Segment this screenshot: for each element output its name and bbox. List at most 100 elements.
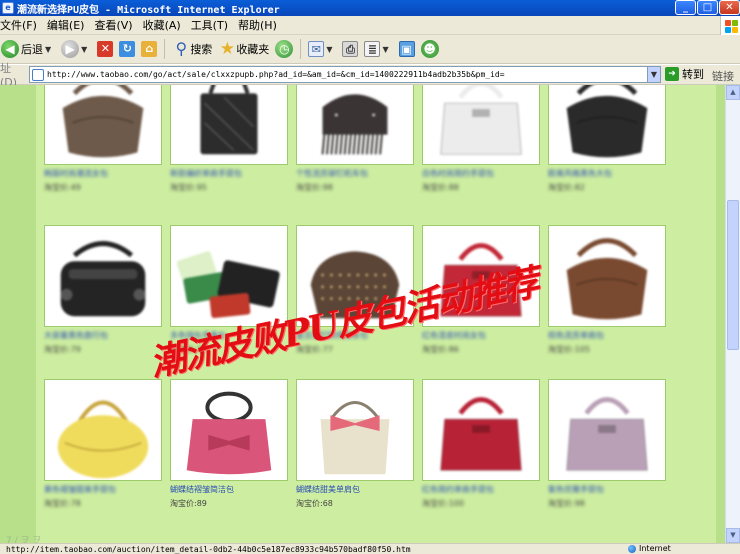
- print-button[interactable]: ⎙: [339, 37, 361, 61]
- menu-bar: 文件(F) 编辑(E) 查看(V) 收藏(A) 工具(T) 帮助(H): [0, 16, 740, 35]
- history-button[interactable]: ◷: [272, 37, 296, 61]
- product-item[interactable]: 个性流苏铆钉机车包 淘宝价:98: [296, 85, 414, 193]
- product-price: 淘宝价:88: [422, 183, 459, 192]
- product-item[interactable]: 白色时尚简约手提包 淘宝价:88: [422, 85, 540, 193]
- product-name-link[interactable]: 蝴蝶结甜美单肩包: [296, 484, 414, 495]
- go-button[interactable]: ➜ 转到: [665, 66, 704, 82]
- menu-edit[interactable]: 编辑(E): [47, 17, 95, 33]
- msn-button[interactable]: ☻: [418, 37, 442, 61]
- product-price: 淘宝价:79: [44, 345, 81, 354]
- product-name-link[interactable]: 白色时尚简约手提包: [422, 168, 540, 179]
- page-content: 韩版时尚潮流女包 淘宝价:49 新款编织单肩手提包 淘宝价:95 个性流苏铆钉机车包…: [0, 85, 725, 543]
- product-item[interactable]: 棕色流苏单肩包 淘宝价:105: [548, 225, 666, 355]
- product-image[interactable]: [548, 379, 666, 481]
- menu-tools[interactable]: 工具(T): [191, 17, 238, 33]
- status-url: http://item.taobao.com/auction/item_deta…: [6, 544, 411, 554]
- product-image[interactable]: [170, 379, 288, 481]
- chevron-down-icon[interactable]: ▼: [81, 45, 87, 54]
- history-icon: ◷: [275, 40, 294, 58]
- maximize-button[interactable]: □: [697, 0, 718, 15]
- product-price: 淘宝价:105: [548, 345, 590, 354]
- edit-button[interactable]: ≣ ▼: [361, 37, 395, 61]
- ie-icon: e: [2, 2, 14, 14]
- product-item[interactable]: 紫色优雅手提包 淘宝价:98: [548, 379, 666, 509]
- toolbar: ◀ 后退 ▼ ▶ ▼ ✕ ↻ ⌂ ⚲ 搜索 ★ 收藏夹 ◷ ✉ ▼ ⎙ ≣ ▼ …: [0, 35, 740, 64]
- menu-favorites[interactable]: 收藏(A): [143, 17, 191, 33]
- menu-help[interactable]: 帮助(H): [238, 17, 287, 33]
- menu-view[interactable]: 查看(V): [94, 17, 142, 33]
- mail-button[interactable]: ✉ ▼: [305, 37, 339, 61]
- chevron-down-icon[interactable]: ▼: [647, 67, 660, 82]
- minimize-button[interactable]: _: [675, 0, 696, 15]
- menu-file[interactable]: 文件(F): [0, 17, 47, 33]
- toolbar-divider: [164, 39, 166, 59]
- refresh-icon: ↻: [119, 41, 136, 57]
- product-item[interactable]: 黄色褶皱甜美手提包 淘宝价:78: [44, 379, 162, 509]
- product-item[interactable]: 蝴蝶结甜美单肩包 淘宝价:68: [296, 379, 414, 509]
- product-name-link[interactable]: 黄色褶皱甜美手提包: [44, 484, 162, 495]
- product-price: 淘宝价:89: [170, 499, 207, 508]
- product-price: 淘宝价:98: [296, 183, 333, 192]
- scroll-down-icon[interactable]: ▼: [726, 528, 740, 543]
- product-name-link[interactable]: 欧美风格黑色大包: [548, 168, 666, 179]
- product-image[interactable]: [296, 379, 414, 481]
- search-icon: ⚲: [175, 39, 188, 58]
- chevron-down-icon[interactable]: ▼: [45, 45, 51, 54]
- product-name-link[interactable]: 红色漆皮时尚女包: [422, 330, 540, 341]
- vertical-scrollbar[interactable]: ▲ ▼: [725, 85, 740, 543]
- product-price: 淘宝价:86: [422, 345, 459, 354]
- home-icon: ⌂: [141, 41, 158, 57]
- address-input[interactable]: http://www.taobao.com/go/act/sale/clxxzp…: [29, 66, 661, 83]
- chevron-down-icon[interactable]: ▼: [382, 45, 388, 54]
- star-icon: ★: [219, 39, 235, 59]
- product-image[interactable]: [170, 85, 288, 165]
- chevron-down-icon[interactable]: ▼: [326, 45, 332, 54]
- product-image[interactable]: [44, 225, 162, 327]
- picture-icon: ▣: [398, 41, 415, 57]
- product-name-link[interactable]: 个性流苏铆钉机车包: [296, 168, 414, 179]
- product-name-link[interactable]: 紫色优雅手提包: [548, 484, 666, 495]
- close-button[interactable]: ✕: [719, 0, 740, 15]
- product-item[interactable]: 红色简约单肩手提包 淘宝价:100: [422, 379, 540, 509]
- window-title: 潮流新选择PU皮包 - Microsoft Internet Explorer: [17, 4, 280, 16]
- search-button[interactable]: ⚲ 搜索: [169, 37, 215, 61]
- edit-page-icon: ≣: [364, 41, 381, 57]
- product-item[interactable]: 新款编织单肩手提包 淘宝价:95: [170, 85, 288, 193]
- product-image[interactable]: [548, 225, 666, 327]
- product-image[interactable]: [296, 85, 414, 165]
- address-url[interactable]: http://www.taobao.com/go/act/sale/clxxzp…: [47, 70, 647, 79]
- product-image[interactable]: [422, 379, 540, 481]
- windows-logo-icon: [720, 16, 740, 36]
- product-item[interactable]: 蝴蝶结褶皱简洁包 淘宝价:89: [170, 379, 288, 509]
- product-name-link[interactable]: 蝴蝶结褶皱简洁包: [170, 484, 288, 495]
- product-image[interactable]: [422, 85, 540, 165]
- product-price: 淘宝价:49: [44, 183, 81, 192]
- product-image[interactable]: [548, 85, 666, 165]
- product-image[interactable]: [44, 85, 162, 165]
- stop-button[interactable]: ✕: [94, 37, 116, 61]
- messenger-button[interactable]: ▣: [396, 37, 418, 61]
- product-name-link[interactable]: 新款编织单肩手提包: [170, 168, 288, 179]
- back-button[interactable]: ◀ 后退 ▼: [0, 37, 58, 61]
- back-arrow-icon: ◀: [1, 40, 19, 58]
- favorites-button[interactable]: ★ 收藏夹: [215, 37, 272, 61]
- product-image[interactable]: [44, 379, 162, 481]
- links-button[interactable]: 链接: [712, 68, 734, 84]
- product-price: 淘宝价:100: [422, 499, 464, 508]
- product-name-link[interactable]: 棕色流苏单肩包: [548, 330, 666, 341]
- home-button[interactable]: ⌂: [138, 37, 160, 61]
- product-price: 淘宝价:78: [44, 499, 81, 508]
- product-name-link[interactable]: 红色简约单肩手提包: [422, 484, 540, 495]
- scroll-thumb[interactable]: [727, 200, 739, 350]
- printer-icon: ⎙: [342, 41, 359, 57]
- product-item[interactable]: 欧美风格黑色大包 淘宝价:82: [548, 85, 666, 193]
- refresh-button[interactable]: ↻: [116, 37, 138, 61]
- product-name-link[interactable]: 韩版时尚潮流女包: [44, 168, 162, 179]
- forward-button[interactable]: ▶ ▼: [58, 37, 94, 61]
- scroll-up-icon[interactable]: ▲: [726, 85, 740, 100]
- page-icon: [32, 68, 44, 81]
- product-item[interactable]: 韩版时尚潮流女包 淘宝价:49: [44, 85, 162, 193]
- product-price: 淘宝价:82: [548, 183, 585, 192]
- mail-icon: ✉: [308, 41, 325, 57]
- status-bar: http://item.taobao.com/auction/item_deta…: [0, 543, 740, 554]
